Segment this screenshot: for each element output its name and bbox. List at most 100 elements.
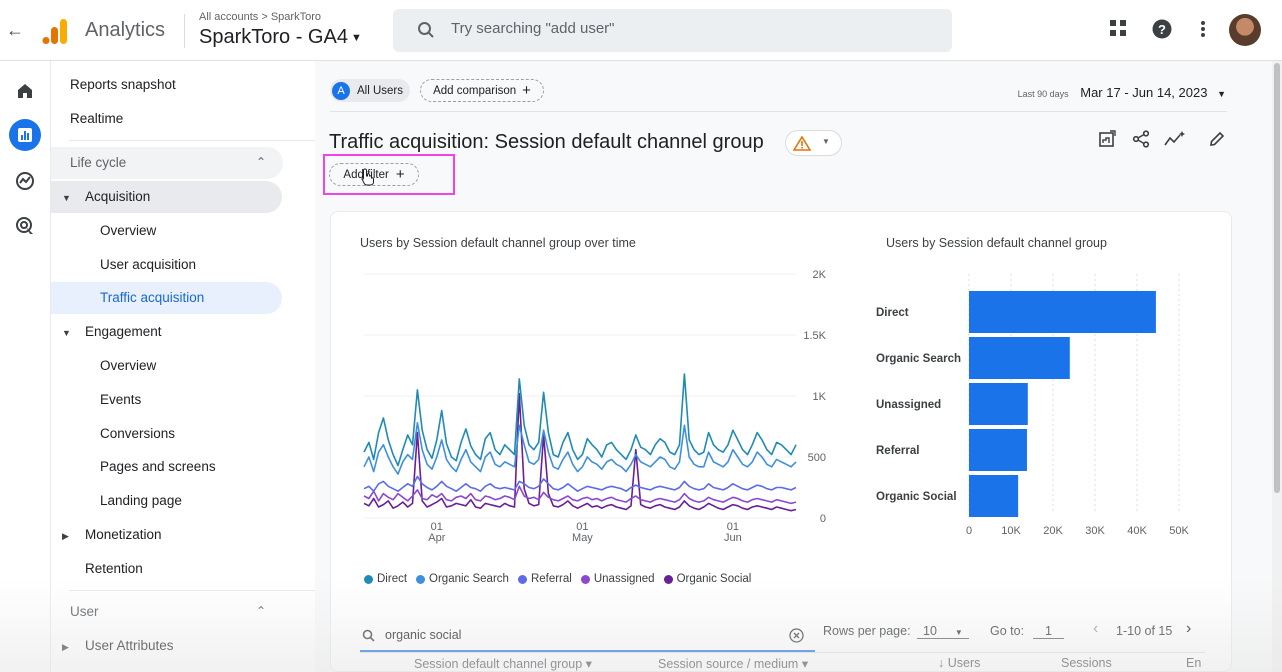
chart-legend: Direct Organic Search Referral Unassigned Or… — [364, 573, 751, 585]
edit-pencil-icon[interactable] — [1208, 130, 1226, 148]
analytics-logo-icon — [42, 19, 67, 44]
legend-item[interactable]: Organic Search — [416, 573, 509, 585]
legend-swatch — [416, 574, 426, 584]
plus-icon: + — [522, 82, 531, 99]
warning-icon — [793, 136, 811, 151]
search-input[interactable] — [451, 20, 931, 37]
y-tick-label: 1K — [813, 391, 827, 403]
sidebar-item-pages-and-screens[interactable]: Pages and screens — [100, 451, 216, 483]
sidebar-item-label: Traffic acquisition — [100, 290, 205, 305]
column-header-channel-group[interactable]: Session default channel group ▾ — [414, 656, 592, 671]
caret-right-icon: ▶ — [62, 531, 69, 541]
breadcrumb[interactable]: All accounts > SparkToro — [199, 11, 321, 23]
sidebar-item-reports-snapshot[interactable]: Reports snapshot — [70, 69, 176, 101]
sidebar-item-landing-page[interactable]: Landing page — [100, 485, 182, 517]
global-search[interactable] — [393, 9, 952, 52]
chevron-up-icon[interactable]: ⌃ — [256, 604, 266, 618]
caret-down-icon: ▼ — [62, 193, 71, 203]
y-tick-label: 0 — [820, 513, 826, 525]
home-icon[interactable] — [9, 75, 41, 107]
next-page-icon[interactable]: › — [1186, 620, 1191, 638]
legend-label: Unassigned — [593, 573, 655, 585]
scrollbar[interactable] — [1272, 61, 1282, 672]
property-selector[interactable]: SparkToro - GA4 ▼ — [199, 26, 362, 49]
customize-report-icon[interactable] — [1098, 130, 1116, 148]
x-tick-label: 40K — [1127, 525, 1147, 537]
legend-label: Referral — [530, 573, 572, 585]
caret-down-icon: ▼ — [62, 328, 71, 338]
bar-organic-social[interactable] — [969, 475, 1019, 517]
add-comparison-button[interactable]: Add comparison + — [420, 79, 544, 102]
x-tick-label: 30K — [1085, 525, 1105, 537]
column-header-label: Session source / medium — [658, 657, 799, 671]
bar-unassigned[interactable] — [969, 383, 1028, 425]
clear-icon[interactable] — [789, 628, 804, 643]
comparison-chip-all-users[interactable]: A All Users — [330, 79, 410, 102]
date-range-selector[interactable]: Last 90 days Mar 17 - Jun 14, 2023 ▼ — [1018, 85, 1226, 100]
cursor-hand-icon — [361, 168, 374, 186]
legend-swatch — [663, 574, 673, 584]
series-line-referral[interactable] — [363, 475, 797, 492]
more-vert-icon[interactable] — [1197, 19, 1209, 39]
back-arrow-icon[interactable]: ← — [6, 20, 24, 41]
bar-chart: 0 10K 20K 30K 40K 50K Direct Organic Search Unas… — [876, 274, 1189, 537]
x-tick-label: Jun — [724, 532, 742, 544]
header-divider — [184, 14, 185, 48]
bar-organic-search[interactable] — [969, 337, 1070, 379]
page-range: 1-10 of 15 — [1116, 624, 1173, 638]
series-line-direct[interactable] — [363, 373, 797, 467]
table-search-value: organic social — [385, 628, 462, 642]
help-icon[interactable]: ? — [1152, 19, 1172, 39]
column-header-users[interactable]: ↓ Users — [938, 656, 980, 670]
series-line-organic-search[interactable] — [363, 422, 797, 475]
sidebar-item-monetization[interactable]: Monetization — [85, 519, 162, 551]
column-header-label: Sessions — [1061, 656, 1112, 670]
sidebar-item-eng-overview[interactable]: Overview — [100, 350, 156, 382]
chevron-up-icon[interactable]: ⌃ — [256, 155, 266, 169]
sidebar-item-label: Acquisition — [85, 189, 151, 204]
insights-icon[interactable] — [1164, 130, 1186, 148]
sidebar-item-user-attributes[interactable]: User Attributes — [85, 630, 174, 662]
legend-swatch — [364, 574, 373, 584]
reports-icon[interactable] — [9, 119, 41, 151]
go-to-input[interactable]: 1 — [1033, 624, 1064, 639]
chip-label: All Users — [357, 84, 404, 97]
x-tick-label: 20K — [1043, 525, 1063, 537]
legend-swatch — [580, 574, 590, 584]
avatar[interactable] — [1229, 14, 1261, 46]
column-header-sessions[interactable]: Sessions — [1061, 656, 1112, 670]
section-label: Life cycle — [70, 155, 127, 170]
legend-item[interactable]: Unassigned — [580, 573, 655, 585]
advertising-icon[interactable] — [9, 210, 41, 242]
left-rail — [0, 61, 51, 672]
sidebar-item-realtime[interactable]: Realtime — [70, 103, 123, 135]
rows-per-page-select[interactable]: 10 ▼ — [917, 624, 969, 639]
sidebar-item-engagement[interactable]: Engagement — [85, 316, 162, 348]
legend-item[interactable]: Direct — [364, 573, 407, 585]
scrollbar-thumb[interactable] — [1274, 63, 1280, 493]
legend-item[interactable]: Organic Social — [663, 573, 751, 585]
sidebar-item-acq-overview[interactable]: Overview — [100, 215, 156, 247]
sidebar-item-events[interactable]: Events — [100, 384, 141, 416]
main-content: A All Users Add comparison + Last 90 day… — [315, 61, 1282, 672]
explore-icon[interactable] — [9, 165, 41, 197]
sidebar-item-user-acquisition[interactable]: User acquisition — [100, 249, 196, 281]
divider — [360, 652, 1205, 653]
y-tick-label: 1.5K — [803, 330, 826, 342]
sidebar-item-retention[interactable]: Retention — [85, 553, 143, 585]
bar-direct[interactable] — [969, 291, 1156, 333]
column-header-engaged[interactable]: En — [1186, 656, 1201, 670]
apps-grid-icon[interactable] — [1109, 19, 1127, 37]
column-header-source-medium[interactable]: Session source / medium ▾ — [658, 656, 808, 671]
bar-referral[interactable] — [969, 429, 1027, 471]
sidebar-item-conversions[interactable]: Conversions — [100, 418, 175, 450]
go-to-label: Go to: — [990, 624, 1025, 638]
chip-label: Add comparison — [433, 84, 517, 97]
top-bar: ← Analytics All accounts > SparkToro Spa… — [0, 0, 1282, 61]
data-quality-warning-button[interactable]: ▼ — [785, 130, 842, 156]
table-search-field[interactable]: organic social — [360, 618, 815, 652]
prev-page-icon[interactable]: ‹ — [1093, 620, 1098, 638]
sidebar-section-user[interactable]: User — [70, 596, 99, 628]
legend-item[interactable]: Referral — [517, 573, 572, 585]
share-icon[interactable] — [1132, 130, 1150, 148]
